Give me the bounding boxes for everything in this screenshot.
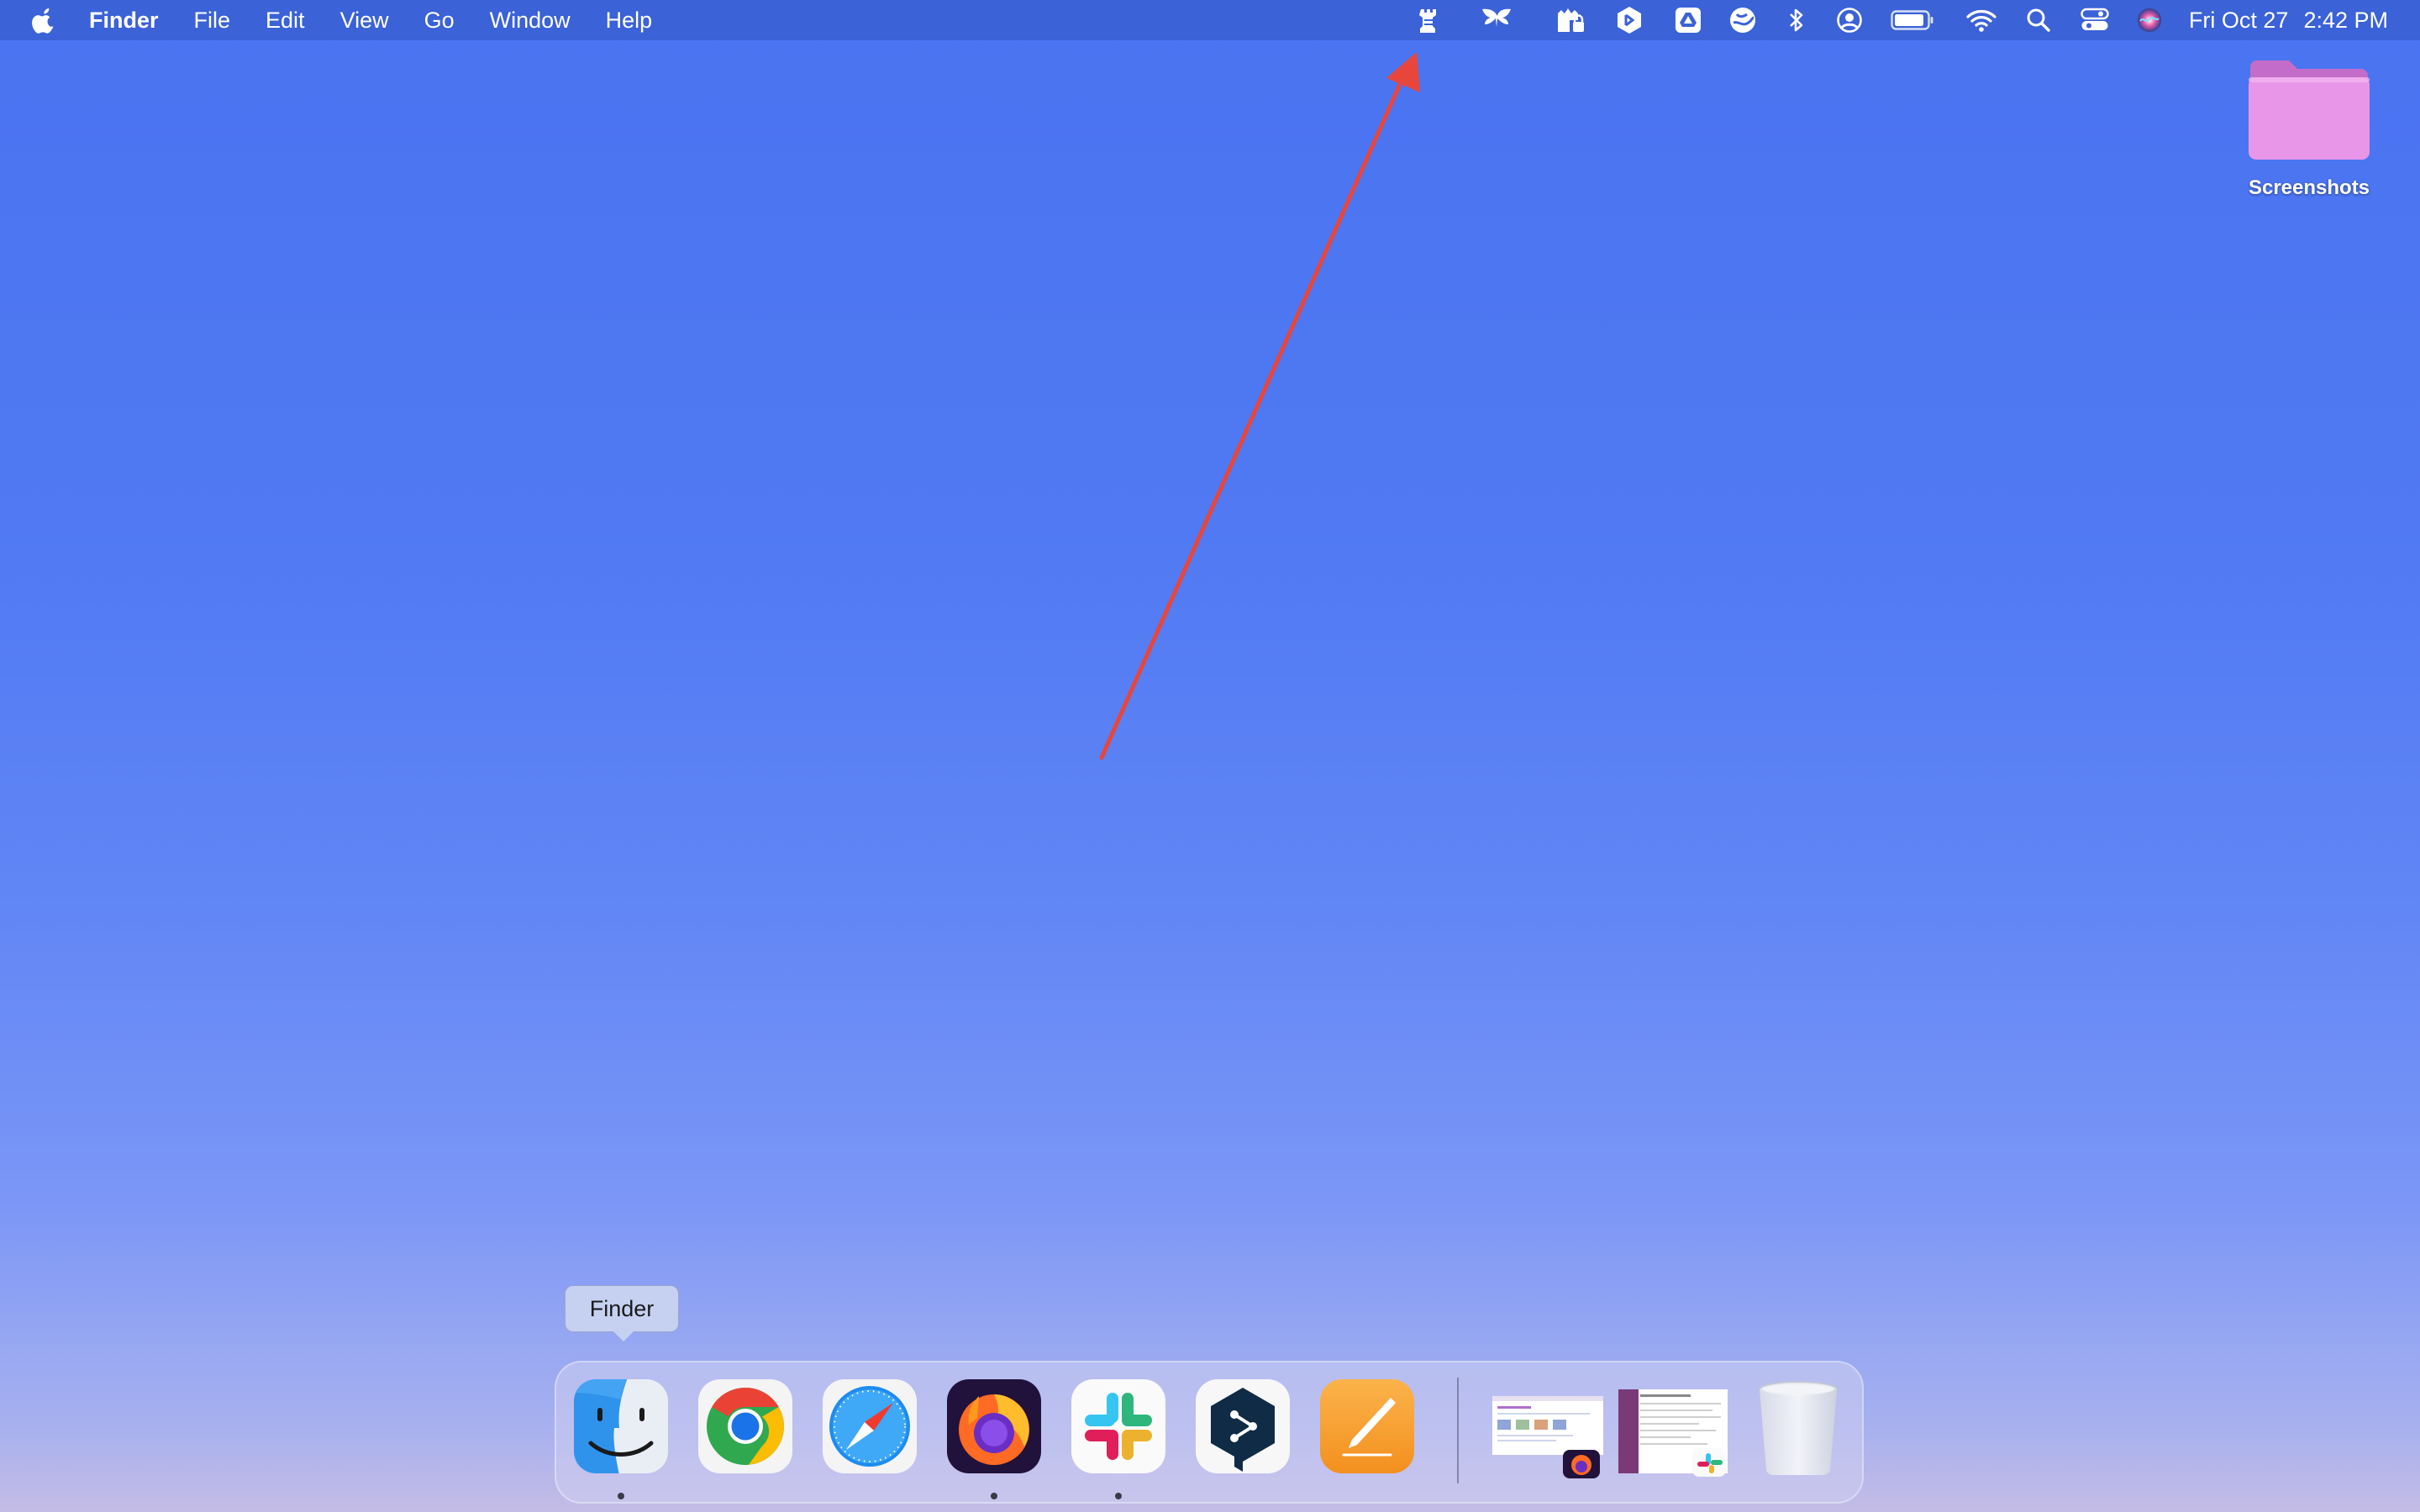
desktop-folder-screenshots[interactable]: Screenshots: [2227, 59, 2391, 200]
hexagon-app-icon[interactable]: [1615, 0, 1644, 40]
dock-firefox[interactable]: [945, 1378, 1043, 1475]
window-thumbnail-icon: [1492, 1396, 1603, 1478]
dock-trash[interactable]: [1749, 1378, 1847, 1476]
cloud-lock-icon[interactable]: [1555, 0, 1585, 40]
clock-time: 2:42 PM: [2303, 7, 2388, 33]
menu-clock[interactable]: Fri Oct 27 2:42 PM: [2189, 0, 2388, 40]
bluetooth-icon[interactable]: [1786, 0, 1807, 40]
menu-finder[interactable]: Finder: [89, 8, 159, 34]
folder-icon: [2249, 60, 2370, 160]
pages-icon: [1320, 1379, 1414, 1473]
app-menu: Finder File Edit View Go Window Help: [89, 0, 687, 40]
butterfly-icon[interactable]: [1479, 0, 1516, 40]
menu-view[interactable]: View: [340, 8, 389, 34]
google-drive-icon[interactable]: [1674, 0, 1702, 40]
safari-icon: [823, 1379, 917, 1473]
apple-menu-icon[interactable]: [32, 7, 57, 34]
firefox-running-indicator: [991, 1493, 997, 1499]
siri-icon[interactable]: [2134, 0, 2165, 40]
dock-recent-firefox-window[interactable]: [1489, 1386, 1603, 1478]
slack-running-indicator: [1115, 1493, 1122, 1499]
menu-bar: Finder File Edit View Go Window Help Fri…: [0, 0, 2420, 40]
sync-globe-icon[interactable]: [1728, 0, 1758, 40]
dock-pages[interactable]: [1318, 1378, 1416, 1475]
dock-chrome[interactable]: [697, 1378, 794, 1475]
finder-running-indicator: [618, 1493, 624, 1499]
red-arrow-annotation: [1099, 52, 1420, 760]
clock-date: Fri Oct 27: [2188, 7, 2289, 33]
folder-label: Screenshots: [2248, 176, 2370, 199]
dock-recent-slack-window[interactable]: [1617, 1386, 1731, 1478]
menu-edit[interactable]: Edit: [266, 8, 305, 34]
trash-icon: [1759, 1381, 1838, 1476]
dock-slack[interactable]: [1070, 1378, 1167, 1475]
wifi-icon[interactable]: [1965, 0, 1998, 40]
chrome-icon: [698, 1379, 792, 1473]
dock-safari[interactable]: [821, 1378, 918, 1475]
battery-icon[interactable]: [1889, 0, 1936, 40]
dock-deepl[interactable]: [1194, 1378, 1292, 1475]
dock-tooltip: Finder: [565, 1285, 679, 1341]
menu-help[interactable]: Help: [606, 8, 653, 34]
slack-icon: [1071, 1379, 1165, 1473]
dock-divider: [1457, 1378, 1459, 1483]
spotlight-search-icon[interactable]: [2025, 0, 2052, 40]
firefox-icon: [947, 1379, 1041, 1473]
menu-file[interactable]: File: [194, 8, 231, 34]
deepl-icon: [1196, 1379, 1290, 1473]
rook-icon[interactable]: [1417, 0, 1440, 40]
control-center-icon[interactable]: [2079, 0, 2111, 40]
menu-window[interactable]: Window: [490, 8, 571, 34]
user-account-icon[interactable]: [1835, 0, 1864, 40]
window-thumbnail-icon: [1618, 1389, 1728, 1477]
finder-icon: [574, 1379, 668, 1473]
menu-go[interactable]: Go: [424, 8, 455, 34]
dock-finder[interactable]: [572, 1378, 670, 1475]
